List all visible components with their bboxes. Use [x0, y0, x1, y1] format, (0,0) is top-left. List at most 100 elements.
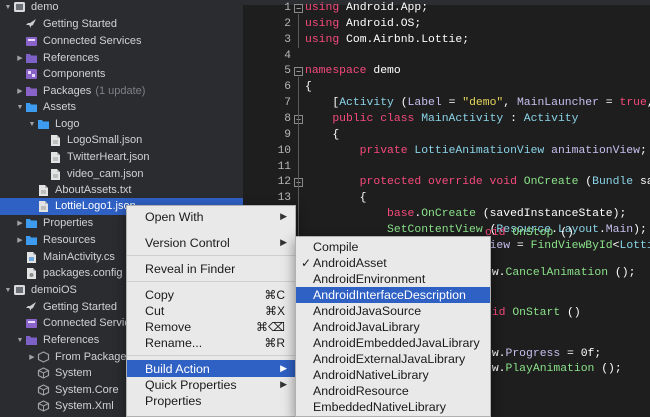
- tree-item-label: Connected Services: [43, 35, 142, 48]
- code-line[interactable]: ew.PlayAnimation ();: [485, 361, 622, 377]
- tree-item-label: demo: [31, 1, 59, 14]
- code-token: CancelAnimation: [505, 267, 609, 279]
- code-line[interactable]: oid OnStart (): [485, 305, 581, 321]
- code-line[interactable]: [Activity (Label = "demo", MainLauncher …: [305, 95, 650, 111]
- line-number: 12: [277, 176, 291, 189]
- code-token: MainLauncher: [516, 97, 599, 110]
- assembly-reference-icon: [36, 367, 50, 379]
- code-token: OnCreate: [421, 208, 476, 221]
- tree-item-label: System.Core: [55, 384, 119, 397]
- tree-item-demo[interactable]: ▼ demo: [0, 0, 243, 16]
- build-action-androidexternaljavalibrary[interactable]: AndroidExternalJavaLibrary: [296, 351, 490, 367]
- code-line[interactable]: ew.Progress = 0f;: [485, 346, 601, 362]
- keyboard-shortcut: ⌘C: [264, 287, 285, 302]
- code-line[interactable]: namespace demo: [305, 63, 401, 79]
- expand-right-icon[interactable]: ▶: [16, 83, 24, 99]
- tree-item-logosmall-json[interactable]: LogoSmall.json: [0, 132, 243, 149]
- menu-item-copy[interactable]: Copy ⌘C: [127, 286, 295, 303]
- menu-item-cut[interactable]: Cut ⌘X: [127, 302, 295, 319]
- expand-right-icon[interactable]: ▶: [16, 232, 24, 248]
- file-icon: [36, 200, 50, 212]
- code-line[interactable]: {: [305, 127, 339, 143]
- code-token: 0f: [580, 348, 595, 360]
- expand-down-icon[interactable]: ▼: [28, 116, 36, 132]
- tree-item-video-cam-json[interactable]: video_cam.json: [0, 166, 243, 183]
- expand-down-icon[interactable]: ▼: [16, 332, 24, 348]
- expand-right-icon[interactable]: ▶: [16, 50, 24, 66]
- expand-right-icon[interactable]: ▶: [28, 349, 36, 365]
- tree-item-packages[interactable]: ▶ Packages (1 update): [0, 83, 243, 100]
- tree-item-label: Components: [43, 68, 106, 81]
- code-line[interactable]: using Com.Airbnb.Lottie;: [305, 32, 469, 48]
- code-line[interactable]: base.OnCreate (savedInstanceState);: [305, 206, 626, 222]
- fold-marker[interactable]: −: [294, 4, 303, 13]
- build-action-androidresource[interactable]: AndroidResource: [296, 383, 490, 399]
- line-number: 2: [284, 17, 291, 30]
- code-line[interactable]: {: [305, 190, 367, 206]
- build-action-androidnativelibrary[interactable]: AndroidNativeLibrary: [296, 367, 490, 383]
- build-action-androidinterfacedescription[interactable]: AndroidInterfaceDescription: [296, 287, 490, 303]
- tree-item-connected-services[interactable]: Connected Services: [0, 33, 243, 50]
- code-line[interactable]: using Android.App;: [305, 0, 428, 16]
- code-token: Lottie: [619, 239, 650, 252]
- code-token: Progress: [505, 348, 561, 360]
- menu-item-reveal-in-finder[interactable]: Reveal in Finder: [127, 260, 295, 277]
- tree-item-label: MainActivity.cs: [43, 251, 115, 264]
- menu-item-rename[interactable]: Rename... ⌘R: [127, 334, 295, 351]
- menu-item-label: AndroidJavaSource: [313, 304, 422, 318]
- code-line[interactable]: private LottieAnimationView animationVie…: [305, 143, 647, 159]
- menu-separator: [127, 355, 295, 356]
- code-token: OnStart: [512, 307, 561, 319]
- code-token: Label: [407, 97, 442, 110]
- build-action-androidjavasource[interactable]: AndroidJavaSource: [296, 303, 490, 319]
- build-action-androidembeddedjavalibrary[interactable]: AndroidEmbeddedJavaLibrary: [296, 335, 490, 351]
- menu-item-version-control[interactable]: Version Control ▶: [127, 234, 295, 251]
- menu-item-quick-properties[interactable]: Quick Properties ▶: [127, 376, 295, 393]
- build-action-compile[interactable]: Compile: [296, 239, 490, 255]
- build-action-androidjavalibrary[interactable]: AndroidJavaLibrary: [296, 319, 490, 335]
- line-number: 9: [284, 128, 291, 141]
- expand-down-icon[interactable]: ▼: [4, 0, 12, 15]
- fold-marker[interactable]: −: [294, 67, 303, 77]
- folder-icon: [24, 234, 38, 246]
- tree-item-logo[interactable]: ▼ Logo: [0, 116, 243, 133]
- code-token: base: [305, 208, 415, 221]
- tree-item-aboutassets-txt[interactable]: AboutAssets.txt: [0, 182, 243, 199]
- code-token: {: [305, 192, 367, 205]
- code-line[interactable]: public class MainActivity : Activity: [305, 111, 578, 127]
- menu-item-label: AndroidResource: [313, 384, 409, 398]
- file-icon: [36, 184, 50, 196]
- code-token: [: [305, 97, 340, 110]
- expand-down-icon[interactable]: ▼: [4, 282, 12, 298]
- build-action-androidasset[interactable]: ✓ AndroidAsset: [296, 255, 490, 271]
- tree-item-twitterheart-json[interactable]: TwitterHeart.json: [0, 149, 243, 166]
- menu-item-build-action[interactable]: Build Action ▶: [127, 360, 295, 377]
- tree-item-label: Logo: [55, 118, 80, 131]
- menu-item-remove[interactable]: Remove ⌘⌫: [127, 318, 295, 335]
- tree-item-label: TwitterHeart.json: [67, 151, 150, 164]
- build-action-embeddednativelibrary[interactable]: EmbeddedNativeLibrary: [296, 399, 490, 415]
- expand-down-icon[interactable]: ▼: [16, 99, 24, 115]
- code-line[interactable]: oid OnStop (): [485, 225, 574, 241]
- code-line[interactable]: {: [305, 79, 312, 95]
- tree-item-references[interactable]: ▶ References: [0, 50, 243, 67]
- code-line[interactable]: ew.CancelAnimation ();: [485, 265, 635, 281]
- tree-item-getting-started[interactable]: Getting Started: [0, 16, 243, 33]
- code-token: OnStop: [512, 227, 554, 239]
- menu-item-open-with[interactable]: Open With ▶: [127, 208, 295, 225]
- file-icon: [48, 168, 62, 180]
- build-action-androidenvironment[interactable]: AndroidEnvironment: [296, 271, 490, 287]
- tree-item-components[interactable]: Components: [0, 66, 243, 83]
- menu-item-properties[interactable]: Properties: [127, 392, 295, 409]
- tree-item-assets[interactable]: ▼ Assets: [0, 99, 243, 116]
- code-token: SetContentView: [387, 223, 483, 236]
- code-line[interactable]: protected override void OnCreate (Bundle…: [305, 174, 650, 190]
- code-line[interactable]: using Android.OS;: [305, 16, 421, 32]
- expand-right-icon[interactable]: ▶: [16, 215, 24, 231]
